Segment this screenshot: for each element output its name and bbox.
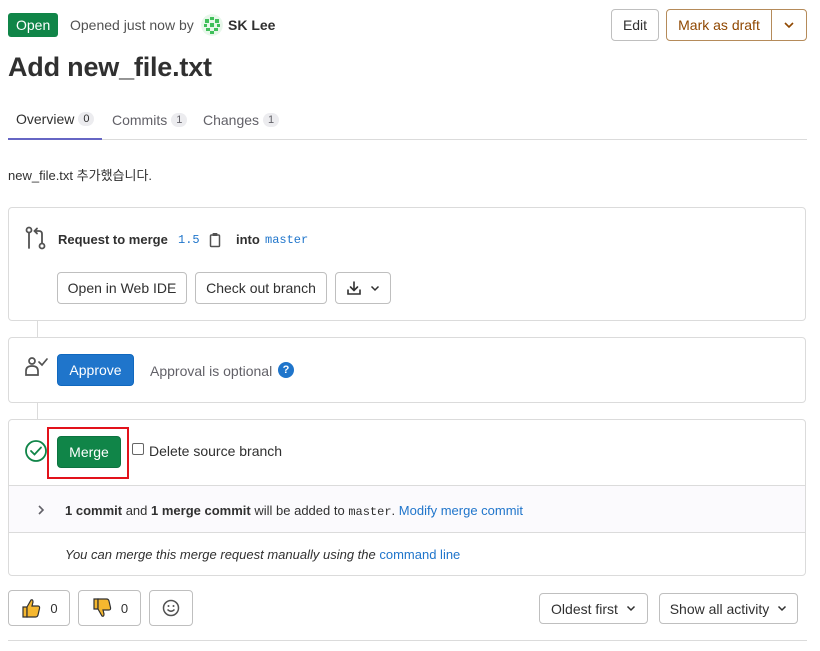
command-line-link[interactable]: command line (379, 547, 460, 562)
more-actions-dropdown[interactable] (772, 10, 806, 40)
tab-count: 1 (263, 113, 280, 127)
target-branch-link[interactable]: master (265, 233, 308, 247)
mark-as-draft-button[interactable]: Mark as draft (667, 10, 772, 40)
thumbs-down-icon (93, 598, 112, 617)
approval-optional-text: Approval is optional (150, 363, 273, 379)
opened-by-text: Opened just now by (70, 17, 194, 33)
checkout-branch-button[interactable]: Check out branch (195, 272, 327, 304)
smiley-icon (162, 599, 180, 617)
mark-as-draft-group: Mark as draft (666, 9, 807, 41)
divider (8, 640, 807, 641)
chevron-down-icon (778, 605, 787, 612)
tab-changes[interactable]: Changes 1 (203, 100, 280, 140)
added-to-text: will be added to (254, 503, 345, 518)
copy-clipboard-icon[interactable] (208, 232, 222, 248)
download-icon (347, 281, 361, 295)
activity-filter-label: Show all activity (669, 600, 770, 617)
and-text: and (125, 503, 148, 518)
tab-bar: Overview 0 Commits 1 Changes 1 (8, 100, 807, 140)
status-badge: Open (8, 13, 59, 37)
open-web-ide-button[interactable]: Open in Web IDE (57, 272, 187, 304)
timeline-connector (37, 321, 38, 337)
chevron-down-icon (784, 22, 794, 29)
tab-label: Overview (16, 111, 75, 127)
help-icon[interactable]: ? (278, 362, 294, 378)
thumbs-down-count: 0 (120, 600, 129, 616)
thumbs-up-button[interactable]: 0 (8, 590, 70, 626)
check-circle-icon (25, 440, 47, 462)
tab-overview[interactable]: Overview 0 (8, 100, 103, 140)
thumbs-up-count: 0 (50, 600, 58, 616)
add-reaction-button[interactable] (149, 590, 193, 626)
into-label: into (236, 232, 260, 247)
commit-summary-text: 1 commit and 1 merge commit will be adde… (65, 503, 524, 519)
page-title: Add new_file.txt (8, 52, 212, 82)
download-dropdown-button[interactable] (335, 272, 391, 304)
sort-order-label: Oldest first (551, 600, 618, 617)
source-branch-link[interactable]: 1.5 (178, 233, 200, 247)
approval-icon (25, 357, 48, 376)
avatar[interactable] (201, 14, 223, 36)
merge-request-icon (25, 226, 46, 250)
request-to-merge-label: Request to merge (58, 232, 168, 247)
modify-merge-commit-link[interactable]: Modify merge commit (399, 503, 523, 518)
thumbs-up-icon (22, 599, 41, 618)
manual-merge-text: You can merge this merge request manuall… (65, 547, 460, 562)
tab-count: 1 (171, 113, 188, 127)
tab-label: Changes (203, 112, 260, 128)
merge-button[interactable]: Merge (57, 436, 121, 468)
delete-source-branch-label[interactable]: Delete source branch (149, 443, 282, 459)
chevron-down-icon (370, 285, 380, 291)
activity-filter-dropdown[interactable]: Show all activity (659, 593, 798, 624)
tab-label: Commits (112, 112, 168, 128)
tab-commits[interactable]: Commits 1 (112, 100, 188, 140)
manual-merge-description: You can merge this merge request manuall… (65, 547, 376, 562)
timeline-connector (37, 403, 38, 419)
tab-count: 0 (78, 112, 95, 126)
approve-button[interactable]: Approve (57, 354, 134, 386)
target-branch-name: master (348, 505, 392, 519)
thumbs-down-button[interactable]: 0 (78, 590, 141, 626)
chevron-right-icon[interactable] (36, 503, 46, 517)
chevron-down-icon (626, 605, 635, 612)
commit-count: 1 commit (65, 503, 123, 518)
edit-button[interactable]: Edit (611, 9, 659, 41)
sort-order-dropdown[interactable]: Oldest first (539, 593, 648, 624)
merge-commit-count: 1 merge commit (151, 503, 251, 518)
author-link[interactable]: SK Lee (228, 17, 275, 33)
delete-source-branch-checkbox[interactable] (132, 443, 144, 455)
description: new_file.txt 추가했습니다. (8, 168, 153, 183)
